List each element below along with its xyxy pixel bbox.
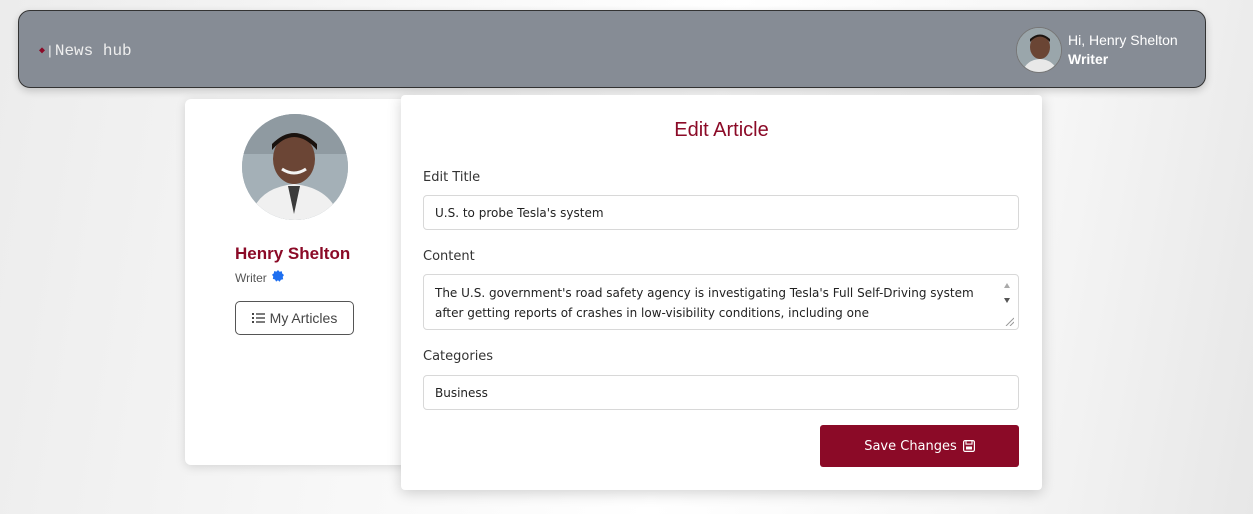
- list-icon: [251, 313, 265, 323]
- user-menu[interactable]: Hi, Henry Shelton Writer: [1016, 25, 1178, 75]
- categories-field-label: Categories: [423, 349, 494, 364]
- scroll-arrows-icon[interactable]: [1002, 280, 1012, 306]
- profile-name: Henry Shelton: [235, 244, 351, 263]
- brand-separator: |: [46, 43, 54, 59]
- title-field-label: Edit Title: [423, 170, 481, 185]
- verified-badge-icon: [271, 270, 284, 282]
- page-title: Edit Article: [674, 119, 769, 141]
- my-articles-label: My Articles: [269, 310, 338, 326]
- avatar[interactable]: [1016, 27, 1062, 73]
- profile-avatar: [242, 114, 348, 220]
- brand-name: News hub: [54, 42, 132, 60]
- title-input-value: U.S. to probe Tesla's system: [435, 205, 604, 220]
- edit-article-card: Edit Article Edit Title U.S. to probe Te…: [401, 95, 1042, 490]
- diamond-icon: ◆: [39, 46, 46, 57]
- title-input[interactable]: U.S. to probe Tesla's system: [423, 195, 1019, 230]
- save-changes-button[interactable]: Save Changes: [820, 425, 1019, 467]
- content-textarea[interactable]: The U.S. government's road safety agency…: [423, 274, 1019, 330]
- brand-logo[interactable]: ◆ | News hub: [39, 42, 132, 60]
- resize-grip-icon[interactable]: [1005, 317, 1014, 326]
- categories-input-value: Business: [435, 385, 488, 400]
- categories-input[interactable]: Business: [423, 375, 1019, 410]
- profile-role: Writer: [235, 271, 267, 285]
- save-icon: [962, 440, 975, 452]
- top-navbar: ◆ | News hub Hi, Henry Shelton Writer: [18, 10, 1206, 88]
- user-greeting: Hi, Henry Shelton: [1068, 32, 1178, 48]
- profile-card: Henry Shelton Writer My Articles: [185, 99, 415, 465]
- save-changes-label: Save Changes: [864, 438, 957, 454]
- my-articles-button[interactable]: My Articles: [235, 301, 354, 335]
- user-role: Writer: [1068, 51, 1109, 67]
- content-textarea-value: The U.S. government's road safety agency…: [435, 286, 974, 320]
- content-field-label: Content: [423, 249, 475, 264]
